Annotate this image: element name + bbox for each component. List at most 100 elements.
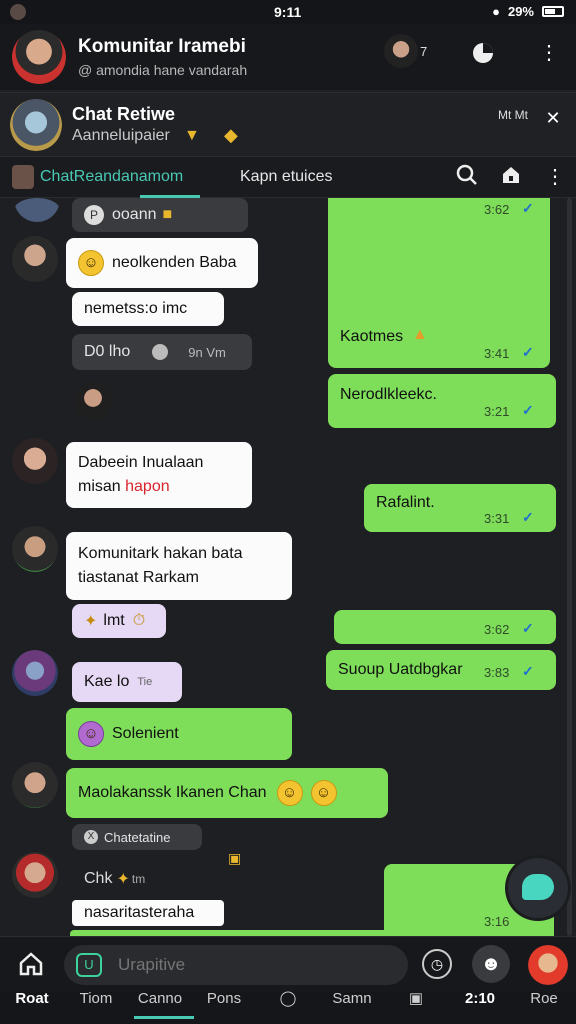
battery-icon — [542, 6, 564, 17]
search-icon[interactable] — [454, 164, 480, 190]
attachment-icon[interactable]: U — [76, 953, 102, 977]
wifi-icon: ● — [492, 4, 500, 19]
member-avatar[interactable] — [384, 34, 418, 68]
nav-item-canno[interactable]: Canno — [128, 991, 192, 1024]
message-text: Kaotmes — [340, 328, 404, 345]
nav-item-samn[interactable]: Samn — [320, 991, 384, 1024]
message-suffix: tm — [131, 872, 146, 886]
message-time: 9n Vm — [188, 344, 226, 360]
sparkle-icon: ✦ — [116, 871, 130, 888]
message-text: Kae lo — [84, 673, 130, 690]
message-bubble-incoming[interactable]: nasaritasteraha — [72, 900, 224, 926]
message-text: lmt — [103, 612, 125, 629]
message-text: Chk — [84, 870, 113, 887]
sender-avatar[interactable] — [12, 236, 58, 282]
message-suffix: Tie — [137, 676, 153, 688]
tab-chat[interactable]: ChatReandanamom — [40, 168, 183, 186]
message-bubble-outgoing[interactable]: ☺ Solenient — [66, 708, 292, 760]
scrollbar[interactable] — [567, 198, 572, 936]
message-text: Nerodlkleekc. — [340, 386, 437, 403]
message-text: nasaritasteraha — [84, 904, 195, 921]
more-options-icon[interactable]: ⋮ — [542, 164, 568, 190]
community-subtitle: @ amondia hane vandarah — [78, 62, 248, 78]
sender-avatar[interactable] — [12, 526, 58, 572]
close-icon[interactable]: X — [84, 830, 98, 844]
pie-chart-icon[interactable] — [470, 40, 496, 66]
message-text: D0 lho — [84, 343, 131, 360]
home-icon[interactable] — [18, 951, 44, 977]
message-line: Dabeein Inualaan — [78, 454, 204, 471]
message-text: nemetss:o imc — [84, 300, 188, 317]
read-receipt-icon: ✓ — [522, 620, 534, 636]
nav-item-time[interactable]: 2:10 — [448, 991, 512, 1024]
message-input[interactable] — [118, 949, 388, 981]
message-bubble-outgoing[interactable]: Maolakanssk Ikanen Chan ☺ ☺ — [66, 768, 388, 818]
crown-icon: ▼ — [184, 127, 200, 144]
smile-emoji-icon: ☺ — [78, 250, 104, 276]
sender-avatar[interactable] — [12, 650, 58, 696]
home-lock-icon[interactable] — [498, 164, 524, 190]
nav-item-home[interactable]: Roat — [0, 991, 64, 1024]
message-time: 3:31 — [484, 511, 510, 526]
sender-avatar[interactable] — [12, 852, 58, 898]
highlighted-word: hapon — [125, 478, 170, 495]
community-header: Komunitar Iramebi @ amondia hane vandara… — [0, 24, 576, 90]
tab-notices[interactable]: Kapn etuices — [240, 168, 333, 186]
composer-bar: U ◷ ☻ — [0, 936, 576, 992]
message-bubble-incoming[interactable]: P ooann ■ — [72, 198, 248, 232]
member-count: 7 — [420, 44, 428, 59]
message-bubble-incoming[interactable]: ✦ lmt ⏱ — [72, 604, 166, 638]
sender-avatar[interactable] — [12, 438, 58, 484]
new-chat-button[interactable] — [508, 858, 568, 918]
smile-emoji-icon: ☺ — [276, 780, 303, 806]
shape-icon: ◯ — [279, 990, 297, 1007]
clock-icon[interactable]: ◷ — [422, 949, 452, 979]
message-text: ooann — [112, 206, 157, 223]
message-text: Suoup Uatdbgkar — [338, 661, 463, 678]
gift-icon: ■ — [162, 206, 173, 223]
chat-avatar[interactable] — [10, 99, 62, 151]
nav-item-team[interactable]: Tiom — [64, 991, 128, 1024]
message-bubble-incoming[interactable]: Komunitark hakan bata tiastanat Rarkam — [66, 532, 292, 600]
message-bubble-outgoing[interactable]: Nerodlkleekc. — [328, 374, 556, 428]
nav-item-camera[interactable]: ▣ — [384, 990, 448, 1024]
message-text: Maolakanssk Ikanen Chan — [78, 784, 267, 801]
reply-preview[interactable]: X Chatetatine — [72, 824, 202, 850]
chat-header: Chat Retiwe Aanneluipaier ▼ ◆ Mt Mt ✕ — [0, 92, 576, 156]
message-bubble-incoming[interactable]: D0 lho 9n Vm — [72, 334, 252, 370]
profile-icon[interactable]: ☻ — [472, 945, 510, 983]
nav-item-roe[interactable]: Roe — [512, 991, 576, 1024]
close-icon[interactable]: ✕ — [540, 105, 566, 131]
message-time: 3:16 — [484, 914, 510, 929]
message-bubble-incoming[interactable]: nemetss:o imc — [72, 292, 224, 326]
message-line: misan hapon — [78, 478, 170, 495]
more-options-icon[interactable]: ⋮ — [536, 40, 562, 66]
message-list[interactable]: P ooann ■ 3:62 ✓ ☺ neolkenden Baba nemet… — [0, 198, 576, 936]
message-time: 3:21 — [484, 404, 510, 419]
sender-avatar[interactable] — [74, 382, 112, 420]
message-text: Rafalint. — [376, 494, 435, 511]
camera-icon: ▣ — [408, 990, 424, 1007]
read-receipt-icon: ✓ — [522, 200, 534, 216]
message-bubble-incoming[interactable]: Kae lo Tie — [72, 662, 182, 702]
chat-subtitle: Aanneluipaier — [72, 127, 170, 144]
purple-emoji-icon: ☺ — [78, 721, 104, 747]
status-icons: ● 29% — [492, 4, 564, 19]
notification-icon — [10, 4, 26, 20]
status-bar: 9:11 ● 29% — [0, 0, 576, 24]
sender-avatar[interactable] — [12, 762, 58, 808]
badge-icon: ◆ — [224, 125, 238, 145]
message-bubble-incoming[interactable]: ☺ neolkenden Baba — [66, 238, 258, 288]
read-receipt-icon: ✓ — [522, 663, 534, 679]
sender-avatar[interactable] — [14, 198, 60, 222]
community-avatar[interactable] — [12, 30, 66, 84]
nav-item-pons[interactable]: Pons — [192, 991, 256, 1024]
chat-title[interactable]: Chat Retiwe — [72, 104, 175, 125]
message-bubble-incoming[interactable]: Chk ✦ tm — [72, 862, 232, 896]
community-title[interactable]: Komunitar Iramebi — [78, 36, 246, 58]
message-bubble-incoming[interactable]: Dabeein Inualaan misan hapon — [66, 442, 252, 508]
my-avatar[interactable] — [528, 945, 568, 985]
nav-item-shape[interactable]: ◯ — [256, 990, 320, 1024]
clock-emoji-icon: ⏱ — [132, 612, 146, 629]
message-line: tiastanat Rarkam — [78, 569, 199, 586]
